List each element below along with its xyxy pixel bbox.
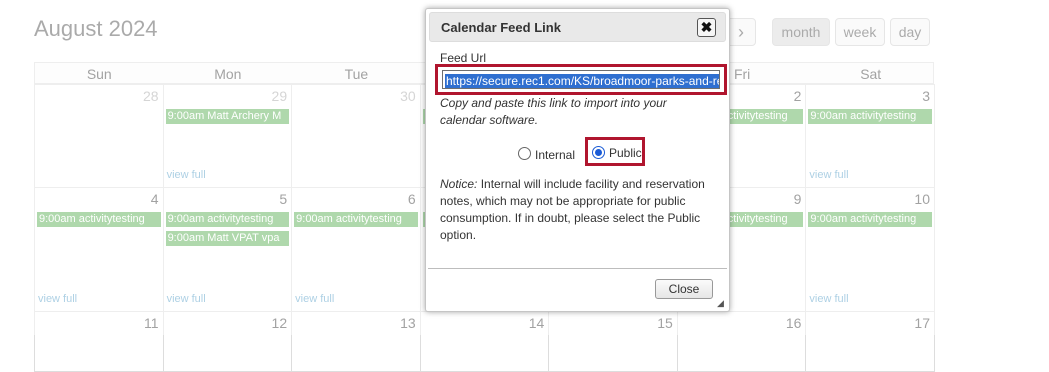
internal-radio[interactable] [518,147,531,160]
feed-url-value: https://secure.rec1.com/KS/broadmoor-par… [445,74,719,88]
internal-radio-label[interactable]: Internal [535,148,575,162]
close-button[interactable]: Close [655,279,713,299]
dialog-title: Calendar Feed Link [441,20,561,35]
public-radio-label[interactable]: Public [609,146,642,160]
public-option-highlight: Public [585,137,645,166]
feed-url-input[interactable]: https://secure.rec1.com/KS/broadmoor-par… [442,70,720,89]
close-icon[interactable]: ✖ [697,18,716,37]
copy-instructions: Copy and paste this link to import into … [440,96,667,127]
notice-body: Internal will include facility and reser… [440,177,705,242]
feed-url-label: Feed Url [440,51,487,65]
notice-lead: Notice: [440,177,478,191]
public-radio[interactable] [592,146,605,159]
notice-text: Notice: Internal will include facility a… [440,176,725,244]
dialog-divider [428,268,727,269]
feed-url-highlight: https://secure.rec1.com/KS/broadmoor-par… [435,64,727,95]
calendar-feed-dialog: Calendar Feed Link ✖ Feed Url https://se… [425,8,730,312]
dialog-titlebar[interactable]: Calendar Feed Link ✖ [429,12,726,42]
resize-grip-icon[interactable]: ◢ [717,299,726,308]
